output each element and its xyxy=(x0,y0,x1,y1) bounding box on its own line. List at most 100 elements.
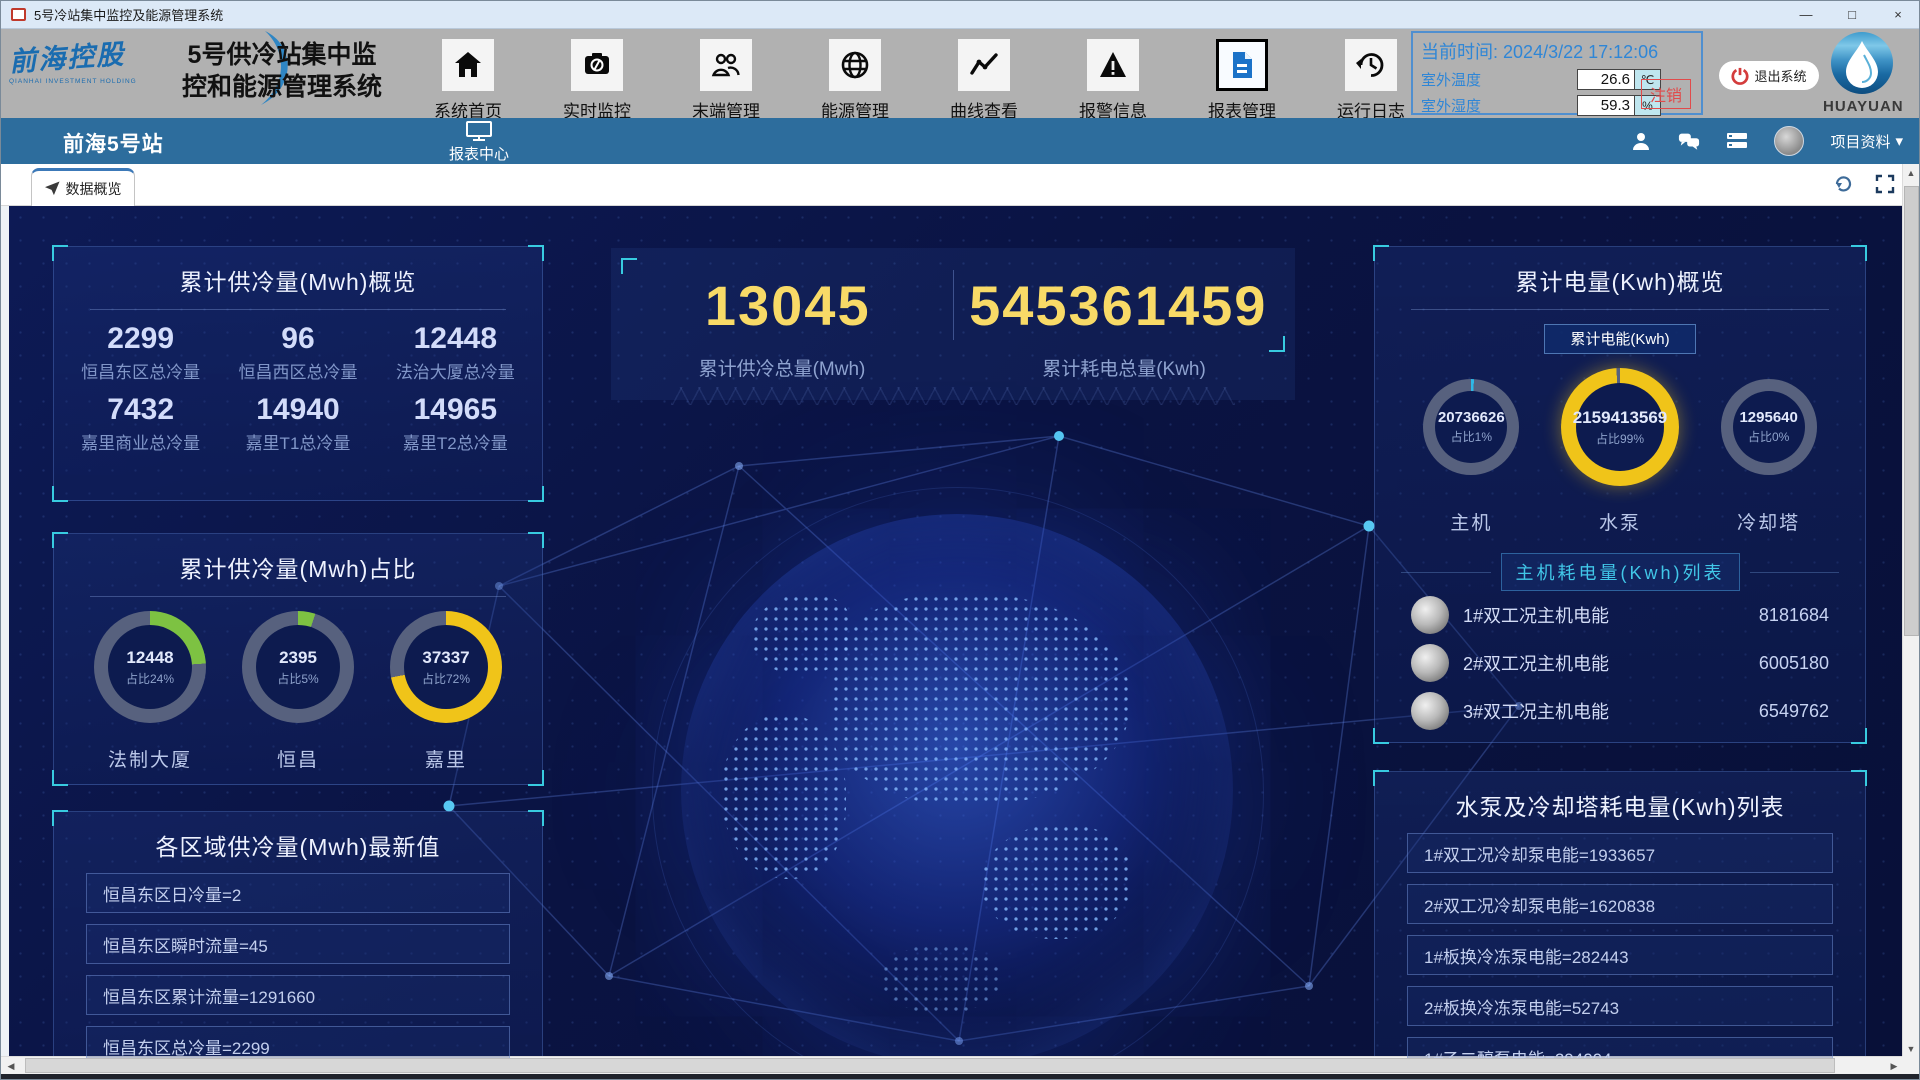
region-row: 恒昌东区日冷量=2 xyxy=(86,873,510,913)
report-icon xyxy=(1226,49,1258,81)
tab-data-overview[interactable]: 数据概览 xyxy=(31,168,135,206)
users-icon xyxy=(710,49,742,81)
brand-logo: HUAYUAN xyxy=(1823,32,1901,115)
project-data-menu[interactable]: 项目资料 ▾ xyxy=(1830,131,1903,152)
scroll-left-arrow[interactable]: ◀ xyxy=(1,1057,21,1075)
panel-title: 累计电量(Kwh)概览 xyxy=(1375,247,1865,297)
region-row: 恒昌东区累计流量=1291660 xyxy=(86,975,510,1015)
pump-tower-list-panel: 水泵及冷却塔耗电量(Kwh)列表 1#双工况冷却泵电能=1933657 2#双工… xyxy=(1374,771,1866,1058)
app-icon xyxy=(11,8,26,21)
messages-icon[interactable] xyxy=(1678,130,1700,152)
scroll-up-arrow[interactable]: ▲ xyxy=(1903,164,1919,182)
refresh-icon[interactable] xyxy=(1833,174,1853,194)
app-header: 前海控股 QIANHAI INVESTMENT HOLDING 5号供冷站集中监… xyxy=(1,29,1920,118)
maximize-button[interactable]: □ xyxy=(1829,1,1875,28)
environment-status-panel: 当前时间: 2024/3/22 17:12:06 室外温度 26.6 ℃ 室外湿… xyxy=(1411,31,1703,115)
outdoor-humidity-label: 室外湿度 xyxy=(1421,95,1499,116)
lattice-decoration xyxy=(671,387,1235,405)
history-icon xyxy=(1355,49,1387,81)
nav-item-energy[interactable]: 能源管理 xyxy=(829,39,881,122)
chiller-icon xyxy=(1411,596,1449,634)
outdoor-temperature-value: 26.6 xyxy=(1577,69,1635,90)
total-cooling-value: 13045 xyxy=(623,260,953,350)
totals-numbers: 13045 545361459 xyxy=(623,260,1283,350)
power-icon xyxy=(1731,67,1749,85)
region-row: 恒昌东区总冷量=2299 xyxy=(86,1026,510,1058)
report-center-tab[interactable]: 报表中心 xyxy=(433,121,525,164)
horizontal-scroll-thumb[interactable] xyxy=(25,1058,1835,1073)
user-icon[interactable] xyxy=(1630,130,1652,152)
pump-row: 1#板换冷冻泵电能=282443 xyxy=(1407,935,1833,975)
close-button[interactable]: × xyxy=(1875,1,1920,28)
dashboard: 13045 545361459 累计供冷总量(Mwh) 累计耗电总量(Kwh) … xyxy=(9,206,1904,1058)
total-power-label: 累计耗电总量(Kwh) xyxy=(953,354,1295,381)
window-titlebar: 5号冷站集中监控及能源管理系统 — □ × xyxy=(1,1,1920,29)
pump-row: 1#乙二醇泵电能=294004 xyxy=(1407,1037,1833,1058)
cooling-overview-panel: 累计供冷量(Mwh)概览 2299恒昌东区总冷量 96恒昌西区总冷量 12448… xyxy=(53,246,543,501)
horizontal-scrollbar[interactable]: ◀ ▶ xyxy=(1,1056,1904,1074)
host-row: 2#双工况主机电能 6005180 xyxy=(1375,639,1865,687)
panel-title: 累计供冷量(Mwh)占比 xyxy=(54,534,542,584)
pump-row: 2#板换冷冻泵电能=52743 xyxy=(1407,986,1833,1026)
nav-item-monitoring[interactable]: 实时监控 xyxy=(571,39,623,122)
outdoor-temperature-label: 室外温度 xyxy=(1421,69,1499,90)
vertical-scroll-thumb[interactable] xyxy=(1904,186,1919,636)
globe-graphic xyxy=(681,514,1233,1058)
chiller-icon xyxy=(1411,644,1449,682)
nav-item-alarms[interactable]: 报警信息 xyxy=(1087,39,1139,122)
nav-item-terminal[interactable]: 末端管理 xyxy=(700,39,752,122)
host-row: 1#双工况主机电能 8181684 xyxy=(1375,591,1865,639)
camera-icon xyxy=(581,49,613,81)
brand-name: HUAYUAN xyxy=(1823,98,1901,115)
globe-icon xyxy=(839,49,871,81)
application-window: 5号冷站集中监控及能源管理系统 — □ × 前海控股 QIANHAI INVES… xyxy=(0,0,1920,1080)
region-row: 恒昌东区瞬时流量=45 xyxy=(86,924,510,964)
system-title: 5号供冷站集中监 控和能源管理系统 xyxy=(151,39,413,103)
power-overview-panel: 累计电量(Kwh)概览 累计电能(Kwh) 20736626占比1% 21594… xyxy=(1374,246,1866,743)
outdoor-humidity-value: 59.3 xyxy=(1577,95,1635,116)
scrollbar-corner xyxy=(1902,1056,1919,1074)
server-list-icon[interactable] xyxy=(1726,130,1748,152)
donut-jiali: 37337占比72% xyxy=(390,611,502,723)
company-logo: 前海控股 QIANHAI INVESTMENT HOLDING xyxy=(9,35,159,85)
donut-hengchang: 2395占比5% xyxy=(242,611,354,723)
host-row: 3#双工况主机电能 6549762 xyxy=(1375,687,1865,735)
host-list-header: 主机耗电量(Kwh)列表 xyxy=(1401,553,1839,591)
pump-row: 1#双工况冷却泵电能=1933657 xyxy=(1407,833,1833,873)
paper-plane-icon xyxy=(45,181,60,196)
logout-button[interactable]: 注销 xyxy=(1641,79,1691,109)
nav-item-reports[interactable]: 报表管理 xyxy=(1216,39,1268,122)
pump-row: 2#双工况冷却泵电能=1620838 xyxy=(1407,884,1833,924)
scroll-right-arrow[interactable]: ▶ xyxy=(1884,1057,1904,1075)
content-tabbar: 数据概览 xyxy=(1,164,1920,206)
exit-system-button[interactable]: 退出系统 xyxy=(1719,61,1819,90)
window-title: 5号冷站集中监控及能源管理系统 xyxy=(34,5,223,24)
panel-title: 各区域供冷量(Mwh)最新值 xyxy=(54,812,542,862)
donut-pump: 2159413569占比99% xyxy=(1561,368,1679,486)
main-navigation: 系统首页 实时监控 末端管理 能源管理 曲线查看 报警信息 xyxy=(442,39,1397,122)
bottom-strip xyxy=(1,1074,1920,1079)
nav-item-curves[interactable]: 曲线查看 xyxy=(958,39,1010,122)
logo-text-cn: 前海控股 xyxy=(8,30,160,79)
water-drop-icon xyxy=(1831,32,1893,94)
total-power-value: 545361459 xyxy=(954,260,1284,350)
cooling-stats-grid: 2299恒昌东区总冷量 96恒昌西区总冷量 12448法治大厦总冷量 7432嘉… xyxy=(54,310,542,454)
nav-item-home[interactable]: 系统首页 xyxy=(442,39,494,122)
chevron-down-icon: ▾ xyxy=(1895,132,1903,150)
cooling-share-panel: 累计供冷量(Mwh)占比 12448占比24% 2395占比5% 37337占比… xyxy=(53,533,543,785)
vertical-scrollbar[interactable]: ▲ ▼ xyxy=(1902,164,1919,1058)
user-avatar[interactable] xyxy=(1774,126,1804,156)
panel-title: 累计供冷量(Mwh)概览 xyxy=(54,247,542,297)
donut-tower: 1295640占比0% xyxy=(1721,379,1817,475)
total-energy-button[interactable]: 累计电能(Kwh) xyxy=(1544,324,1696,354)
trend-icon xyxy=(968,49,1000,81)
total-cooling-label: 累计供冷总量(Mwh) xyxy=(611,354,953,381)
logo-text-en: QIANHAI INVESTMENT HOLDING xyxy=(9,78,159,85)
monitor-icon xyxy=(465,121,493,141)
left-gutter xyxy=(1,206,9,1058)
fullscreen-icon[interactable] xyxy=(1875,174,1895,194)
donut-fazhi: 12448占比24% xyxy=(94,611,206,723)
nav-item-logs[interactable]: 运行日志 xyxy=(1345,39,1397,122)
totals-panel: 13045 545361459 累计供冷总量(Mwh) 累计耗电总量(Kwh) xyxy=(611,248,1295,400)
minimize-button[interactable]: — xyxy=(1783,1,1829,28)
